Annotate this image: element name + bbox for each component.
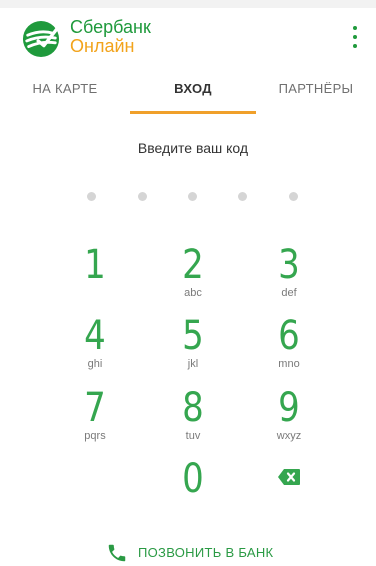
key-1[interactable]: 1 [50, 243, 140, 307]
key-letters: def [281, 287, 297, 299]
code-dot [87, 192, 96, 201]
key-letters: wxyz [276, 430, 302, 442]
key-digit: 4 [84, 313, 106, 359]
tab-on-map[interactable]: НА КАРТЕ [0, 74, 130, 114]
active-tab-indicator [130, 111, 256, 114]
key-digit: 1 [84, 242, 106, 288]
tab-bar: НА КАРТЕ ВХОД ПАРТНЁРЫ [0, 74, 376, 114]
key-2[interactable]: 2 abc [148, 243, 238, 307]
key-digit: 3 [278, 242, 300, 288]
key-digit: 5 [182, 313, 204, 359]
code-prompt: Введите ваш код [137, 140, 249, 156]
backspace-icon[interactable] [277, 468, 301, 486]
key-digit: 2 [182, 242, 204, 288]
brand-line-2: Онлайн [70, 36, 135, 56]
key-8[interactable]: 8 tuv [148, 386, 238, 450]
more-vertical-icon[interactable] [348, 26, 362, 48]
key-letters: ghi [87, 358, 103, 370]
call-bank-button[interactable]: ПОЗВОНИТЬ В БАНК [0, 542, 376, 566]
call-bank-label: ПОЗВОНИТЬ В БАНК [138, 545, 274, 560]
code-indicator [0, 192, 376, 202]
key-6[interactable]: 6 mno [244, 314, 334, 378]
tab-login[interactable]: ВХОД [130, 74, 256, 114]
sberbank-logo-icon [22, 20, 60, 58]
brand-line-1: Сбербанк [70, 17, 151, 37]
key-3[interactable]: 3 def [244, 243, 334, 307]
key-5[interactable]: 5 jkl [148, 314, 238, 378]
key-digit: 8 [182, 385, 204, 431]
key-letters: tuv [185, 430, 201, 442]
key-digit: 6 [278, 313, 300, 359]
key-digit: 0 [182, 456, 204, 502]
code-dot [188, 192, 197, 201]
phone-icon [108, 544, 126, 562]
key-digit: 9 [278, 385, 300, 431]
brand-name: Сбербанк Онлайн [70, 18, 151, 56]
code-dot [138, 192, 147, 201]
code-dot [238, 192, 247, 201]
key-9[interactable]: 9 wxyz [244, 386, 334, 450]
key-4[interactable]: 4 ghi [50, 314, 140, 378]
key-letters: jkl [187, 358, 199, 370]
status-strip [0, 0, 376, 8]
app-header: Сбербанк Онлайн [0, 8, 376, 66]
key-digit: 7 [84, 385, 106, 431]
key-letters: abc [184, 287, 202, 299]
code-dot [289, 192, 298, 201]
key-letters: mno [278, 358, 300, 370]
key-7[interactable]: 7 pqrs [50, 386, 140, 450]
key-0[interactable]: 0 [148, 457, 238, 521]
tab-partners[interactable]: ПАРТНЁРЫ [256, 74, 376, 114]
key-letters: pqrs [84, 430, 106, 442]
